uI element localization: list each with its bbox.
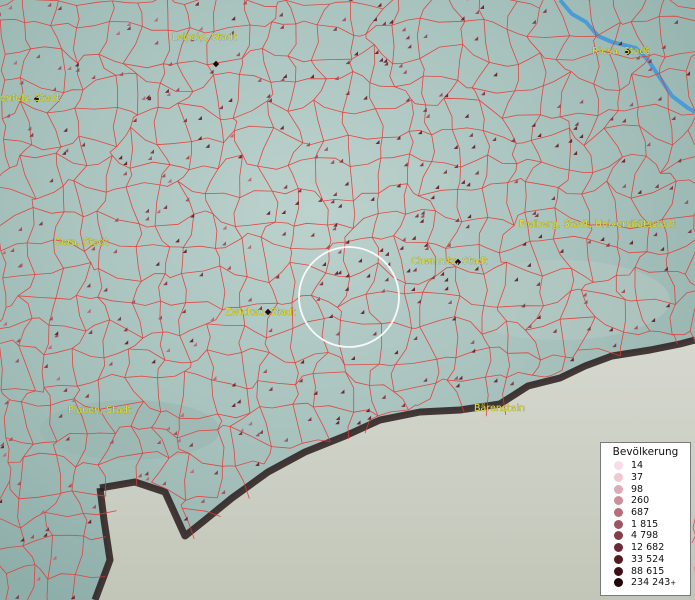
- city-label: Plauen, Stadt: [68, 405, 132, 416]
- city-label: Bärenstein: [474, 403, 525, 414]
- legend-swatch: [614, 531, 623, 541]
- legend-item: 12 682: [601, 542, 690, 554]
- legend-label: 260: [631, 495, 650, 507]
- city-label: Freiberg, Stadt, Universitätsstadt: [519, 219, 676, 230]
- city-label: enfels, Stadt: [0, 93, 60, 104]
- legend-label: 4 798: [631, 530, 659, 542]
- legend-label: 37: [631, 472, 644, 484]
- legend-label: 88 615: [631, 565, 665, 577]
- legend-item: 98: [601, 483, 690, 495]
- legend-label: 33 524: [631, 553, 665, 565]
- legend-swatch: [614, 496, 623, 506]
- legend-label: 234 243: [631, 577, 671, 589]
- legend-swatch: [614, 543, 623, 553]
- population-legend: Bevölkerung 14 37 98 260 687 1 815 4 798 12 682…: [600, 442, 691, 596]
- legend-swatch: [614, 508, 623, 518]
- legend-label: 98: [631, 483, 644, 495]
- legend-label-suffix: +: [670, 578, 677, 587]
- legend-swatch: [614, 484, 623, 494]
- legend-label: 14: [631, 460, 644, 472]
- legend-swatch: [614, 578, 623, 588]
- legend-rows: 14 37 98 260 687 1 815 4 798 12 682 33 524 88 615…: [601, 460, 690, 589]
- legend-label: 12 682: [631, 542, 665, 554]
- city-label: Chemnitz, Stadt: [411, 256, 488, 267]
- city-label: Leipzig, Stadt: [172, 32, 237, 43]
- legend-label: 687: [631, 507, 650, 519]
- legend-item: 687: [601, 507, 690, 519]
- legend-title: Bevölkerung: [612, 446, 679, 458]
- legend-swatch: [614, 473, 623, 483]
- city-label: Gera, Stadt: [54, 237, 109, 248]
- legend-item: 33 524: [601, 554, 690, 566]
- legend-item: 14: [601, 460, 690, 472]
- legend-item: 260: [601, 495, 690, 507]
- legend-item: 1 815: [601, 518, 690, 530]
- legend-swatch: [614, 519, 623, 529]
- legend-swatch: [614, 554, 623, 564]
- legend-swatch: [614, 566, 623, 576]
- city-label: Zwickau, Stadt: [225, 307, 296, 318]
- legend-item: 37: [601, 472, 690, 484]
- legend-item: 234 243 +: [601, 577, 690, 589]
- legend-label: 1 815: [631, 518, 659, 530]
- legend-swatch: [614, 461, 623, 471]
- legend-item: 88 615: [601, 565, 690, 577]
- city-label: Riesa, Stadt: [592, 46, 650, 57]
- legend-item: 4 798: [601, 530, 690, 542]
- map-canvas[interactable]: Leipzig, Stadt Riesa, Stadt enfels, Stadt G…: [0, 0, 695, 600]
